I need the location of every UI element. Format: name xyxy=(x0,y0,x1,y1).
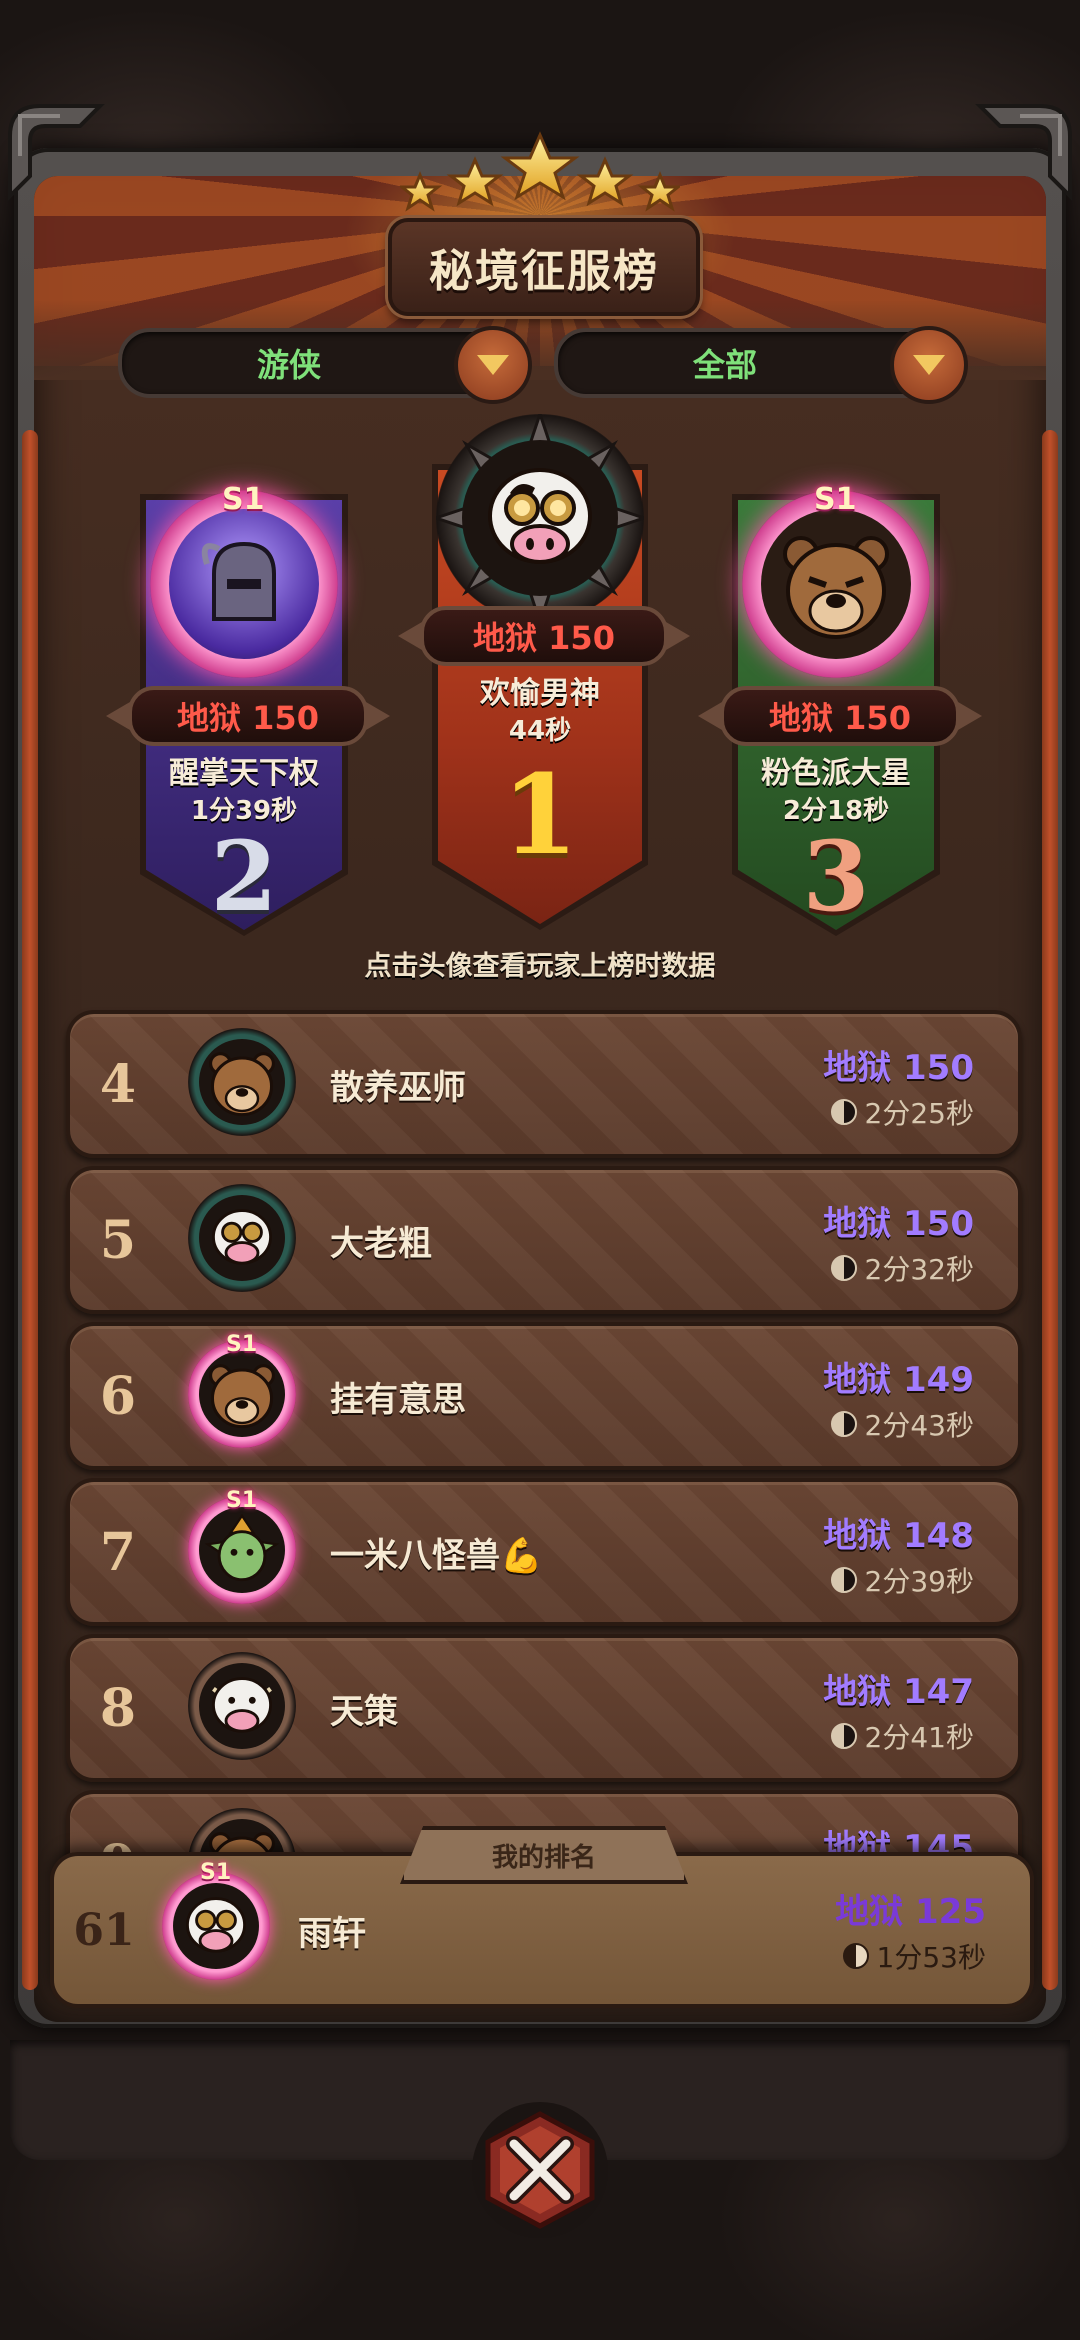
row-time: 2分43秒 xyxy=(830,1404,974,1444)
podium-rank-number: 2 xyxy=(210,820,278,933)
season-badge: S1 xyxy=(200,1860,232,1885)
my-level: 地狱 125 xyxy=(835,1892,986,1932)
class-filter-dropdown[interactable]: 游侠 xyxy=(118,326,532,404)
row-level: 地狱 148 xyxy=(823,1516,974,1556)
podium-level: 地狱 150 xyxy=(106,686,390,746)
row-rank: 4 xyxy=(99,1053,137,1115)
season-badge: S1 xyxy=(226,1332,258,1357)
row-rank: 7 xyxy=(99,1521,137,1583)
cow-goggles-icon xyxy=(462,440,618,596)
row-name: 挂有意思 xyxy=(330,1379,466,1420)
clock-icon xyxy=(830,1255,857,1281)
podium-rank-number: 3 xyxy=(802,820,870,933)
podium-level: 地狱 150 xyxy=(698,686,982,746)
stars-icon xyxy=(400,131,680,212)
row-rank: 5 xyxy=(99,1209,137,1271)
tap-avatar-hint: 点击头像查看玩家上榜时数据 xyxy=(364,951,716,982)
row-time-value: 2分43秒 xyxy=(864,1409,974,1442)
season-badge: S1 xyxy=(226,1488,258,1513)
row-avatar[interactable] xyxy=(188,1184,296,1292)
row-name: 天策 xyxy=(330,1691,398,1732)
clock-icon xyxy=(830,1723,857,1749)
row-name: 一米八怪兽💪 xyxy=(330,1535,543,1576)
bear-icon xyxy=(199,1039,285,1125)
cow-icon xyxy=(199,1663,285,1749)
my-rank-tab: 我的排名 xyxy=(400,1826,688,1884)
row-level: 地狱 147 xyxy=(823,1672,974,1712)
class-filter-label: 游侠 xyxy=(256,346,321,384)
chevron-down-icon[interactable] xyxy=(454,326,532,404)
page-title: 秘境征服榜 xyxy=(429,246,659,297)
close-icon[interactable] xyxy=(470,2100,610,2240)
chevron-down-icon[interactable] xyxy=(890,326,968,404)
table-row[interactable]: 7 S1 一米八怪兽💪 地狱 148 2分39秒 xyxy=(66,1478,1022,1626)
bear-icon xyxy=(761,509,911,659)
row-time-value: 2分32秒 xyxy=(864,1253,974,1286)
my-avatar[interactable] xyxy=(162,1872,270,1980)
podium-avatar[interactable] xyxy=(742,490,930,678)
row-rank: 6 xyxy=(99,1365,137,1427)
row-name: 大老粗 xyxy=(330,1223,432,1264)
my-rank-tab-label: 我的排名 xyxy=(491,1842,596,1873)
clock-icon xyxy=(830,1567,857,1593)
podium-name: 欢愉男神 xyxy=(480,676,600,711)
left-rail xyxy=(22,430,38,1990)
podium-name: 醒掌天下权 xyxy=(169,756,319,791)
knight-helmet-icon xyxy=(169,509,319,659)
podium-level: 地狱 150 xyxy=(398,606,690,666)
row-time-value: 2分39秒 xyxy=(864,1565,974,1598)
row-time: 2分41秒 xyxy=(830,1716,974,1756)
table-row[interactable]: 6 S1 挂有意思 地狱 149 2分43秒 xyxy=(66,1322,1022,1470)
my-time: 1分53秒 xyxy=(842,1936,986,1976)
table-row[interactable]: 4 散养巫师 地狱 150 2分25秒 xyxy=(66,1010,1022,1158)
clock-icon xyxy=(842,1943,869,1969)
scope-filter-dropdown[interactable]: 全部 xyxy=(554,326,968,404)
row-level: 地狱 150 xyxy=(823,1204,974,1244)
my-rank-number: 61 xyxy=(73,1904,135,1956)
row-name: 散养巫师 xyxy=(330,1067,466,1108)
season-badge: S1 xyxy=(222,482,265,517)
podium-rank-number: 1 xyxy=(501,750,579,879)
row-time-value: 2分41秒 xyxy=(864,1721,974,1754)
podium-avatar[interactable] xyxy=(436,414,644,622)
title-plaque: 秘境征服榜 xyxy=(388,218,700,316)
podium-time: 44秒 xyxy=(508,716,572,746)
table-row[interactable]: 8 天策 地狱 147 2分41秒 xyxy=(66,1634,1022,1782)
podium-name: 粉色派大星 xyxy=(761,756,911,791)
row-avatar[interactable] xyxy=(188,1652,296,1760)
row-time: 2分39秒 xyxy=(830,1560,974,1600)
season-badge: S1 xyxy=(814,482,857,517)
my-time-value: 1分53秒 xyxy=(876,1941,986,1974)
clock-icon xyxy=(830,1099,857,1125)
clock-icon xyxy=(830,1411,857,1437)
cow-goggles-icon xyxy=(199,1195,285,1281)
cow-goggles-icon xyxy=(173,1883,259,1969)
goblin-icon xyxy=(199,1507,285,1593)
scope-filter-label: 全部 xyxy=(692,346,757,384)
row-avatar[interactable] xyxy=(188,1028,296,1136)
row-time: 2分25秒 xyxy=(830,1092,974,1132)
bear-icon xyxy=(199,1351,285,1437)
my-name: 雨轩 xyxy=(298,1913,366,1954)
row-level: 地狱 149 xyxy=(823,1360,974,1400)
row-rank: 8 xyxy=(99,1677,137,1739)
table-row[interactable]: 5 大老粗 地狱 150 2分32秒 xyxy=(66,1166,1022,1314)
right-rail xyxy=(1042,430,1058,1990)
podium-avatar[interactable] xyxy=(150,490,338,678)
row-time-value: 2分25秒 xyxy=(864,1097,974,1130)
row-time: 2分32秒 xyxy=(830,1248,974,1288)
row-level: 地狱 150 xyxy=(823,1048,974,1088)
